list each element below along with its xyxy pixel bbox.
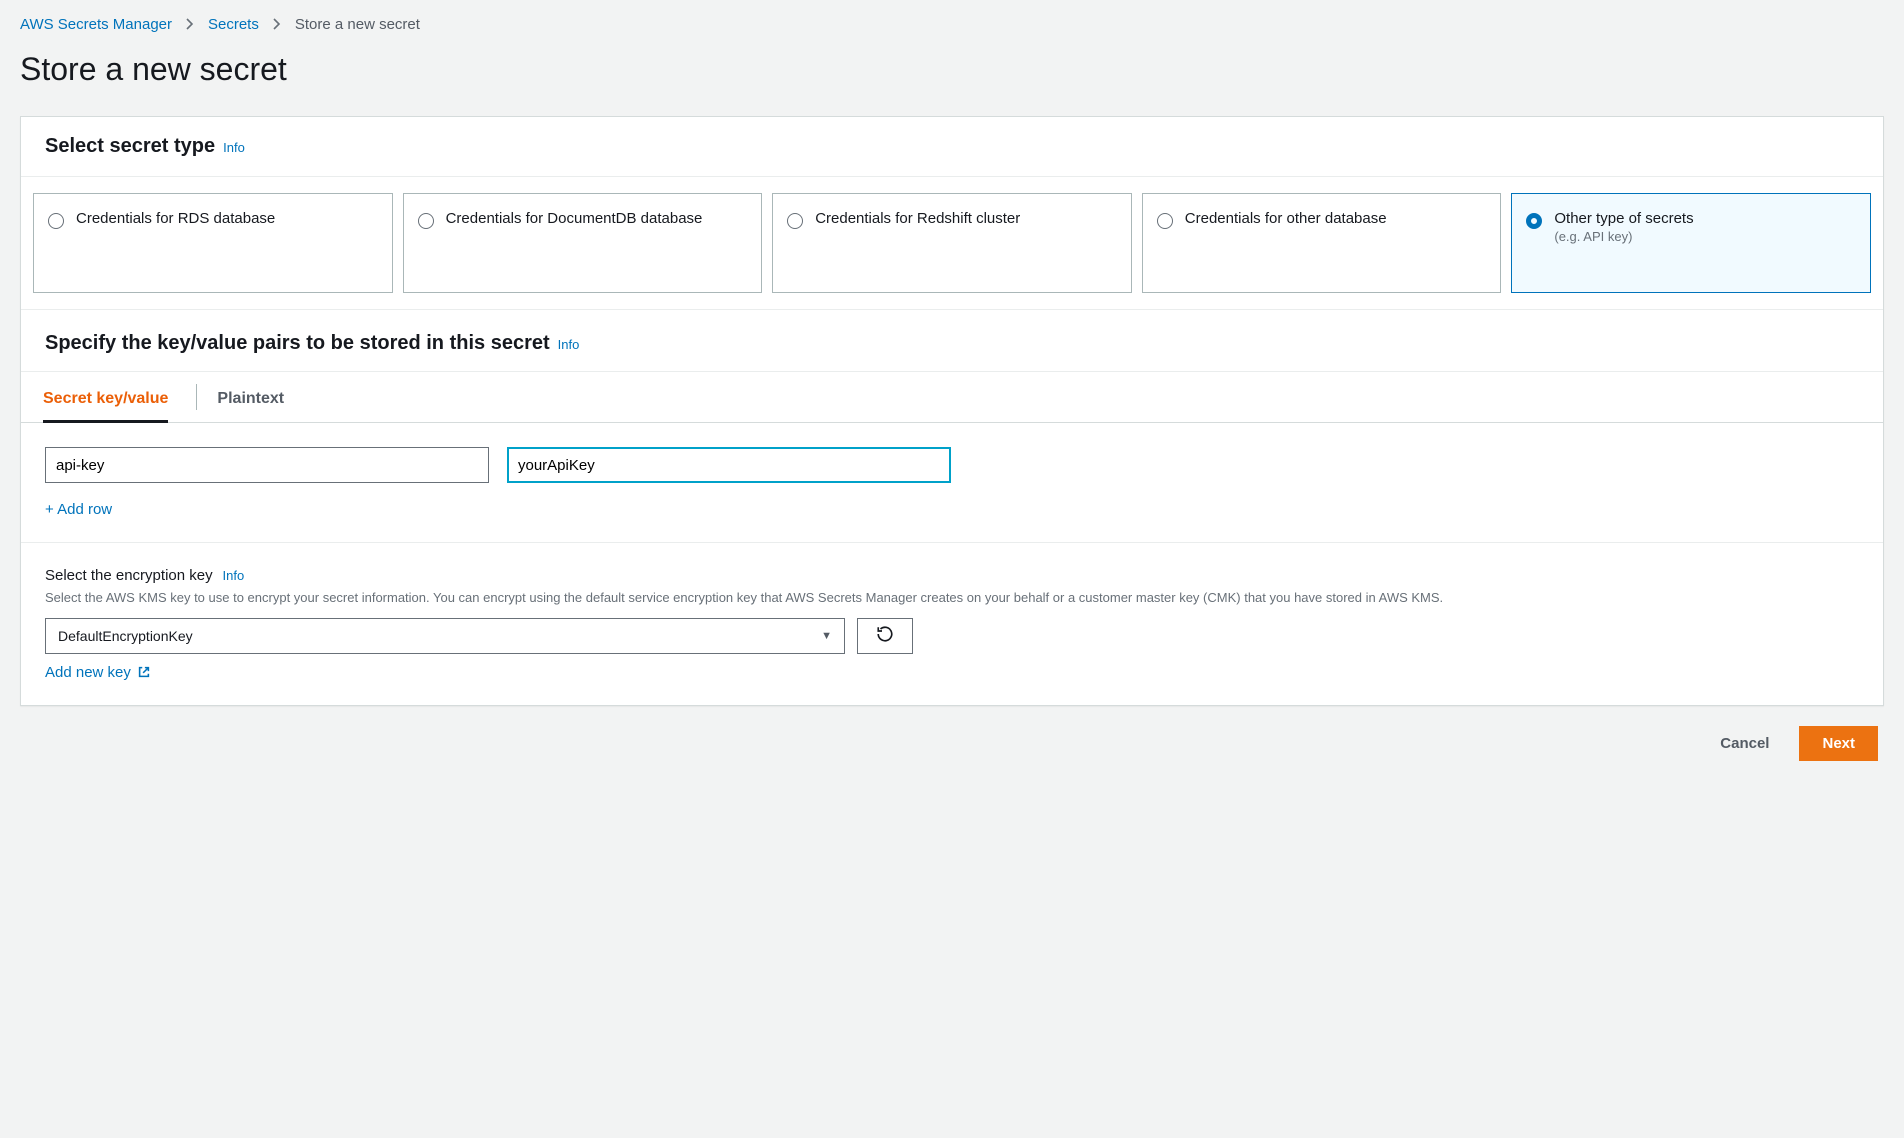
secret-type-other-db[interactable]: Credentials for other database — [1142, 193, 1502, 293]
secret-type-other[interactable]: Other type of secrets (e.g. API key) — [1511, 193, 1871, 293]
encryption-key-select[interactable]: DefaultEncryptionKey ▼ — [45, 618, 845, 654]
secret-type-label: Other type of secrets — [1554, 210, 1693, 227]
section-kv-title: Specify the key/value pairs to be stored… — [45, 332, 550, 355]
kv-key-input[interactable] — [45, 447, 489, 483]
breadcrumb: AWS Secrets Manager Secrets Store a new … — [20, 16, 1884, 33]
footer-actions: Cancel Next — [20, 706, 1884, 769]
radio-icon — [1157, 213, 1173, 229]
info-link-secret-type[interactable]: Info — [223, 140, 245, 155]
main-panel: Select secret type Info Credentials for … — [20, 116, 1884, 706]
tab-separator — [196, 384, 197, 410]
refresh-button[interactable] — [857, 618, 913, 654]
radio-icon — [48, 213, 64, 229]
secret-type-redshift[interactable]: Credentials for Redshift cluster — [772, 193, 1132, 293]
section-kv-header: Specify the key/value pairs to be stored… — [21, 310, 1883, 372]
radio-icon — [418, 213, 434, 229]
add-row-button[interactable]: + Add row — [45, 501, 112, 518]
breadcrumb-root[interactable]: AWS Secrets Manager — [20, 16, 172, 33]
page-title: Store a new secret — [20, 51, 1884, 88]
kv-body: + Add row — [21, 423, 1883, 543]
info-link-kv[interactable]: Info — [558, 337, 580, 352]
encryption-description: Select the AWS KMS key to use to encrypt… — [45, 588, 1859, 608]
secret-type-rds[interactable]: Credentials for RDS database — [33, 193, 393, 293]
add-new-key-link[interactable]: Add new key — [45, 664, 1859, 681]
kv-value-input[interactable] — [507, 447, 951, 483]
secret-type-label: Credentials for RDS database — [76, 210, 275, 227]
secret-type-options: Credentials for RDS database Credentials… — [21, 177, 1883, 310]
secret-type-label: Credentials for other database — [1185, 210, 1387, 227]
secret-type-documentdb[interactable]: Credentials for DocumentDB database — [403, 193, 763, 293]
encryption-key-selected: DefaultEncryptionKey — [58, 628, 193, 644]
section-secret-type-header: Select secret type Info — [21, 117, 1883, 177]
refresh-icon — [876, 625, 894, 646]
encryption-section: Select the encryption key Info Select th… — [21, 543, 1883, 705]
cancel-button[interactable]: Cancel — [1708, 727, 1781, 760]
chevron-right-icon — [273, 17, 281, 33]
add-new-key-label: Add new key — [45, 664, 131, 681]
section-secret-type-title: Select secret type — [45, 135, 215, 158]
next-button[interactable]: Next — [1799, 726, 1878, 761]
breadcrumb-current: Store a new secret — [295, 16, 420, 33]
external-link-icon — [137, 665, 151, 679]
kv-tabs: Secret key/value Plaintext — [21, 372, 1883, 423]
radio-icon — [787, 213, 803, 229]
tab-plaintext[interactable]: Plaintext — [217, 372, 312, 422]
encryption-label: Select the encryption key — [45, 567, 213, 584]
tab-secret-key-value[interactable]: Secret key/value — [43, 372, 196, 422]
radio-icon — [1526, 213, 1542, 229]
secret-type-label: Credentials for Redshift cluster — [815, 210, 1020, 227]
caret-down-icon: ▼ — [821, 630, 832, 642]
kv-row — [45, 447, 1859, 483]
secret-type-sublabel: (e.g. API key) — [1554, 229, 1693, 244]
info-link-encryption[interactable]: Info — [222, 568, 244, 583]
chevron-right-icon — [186, 17, 194, 33]
breadcrumb-secrets[interactable]: Secrets — [208, 16, 259, 33]
secret-type-label: Credentials for DocumentDB database — [446, 210, 703, 227]
